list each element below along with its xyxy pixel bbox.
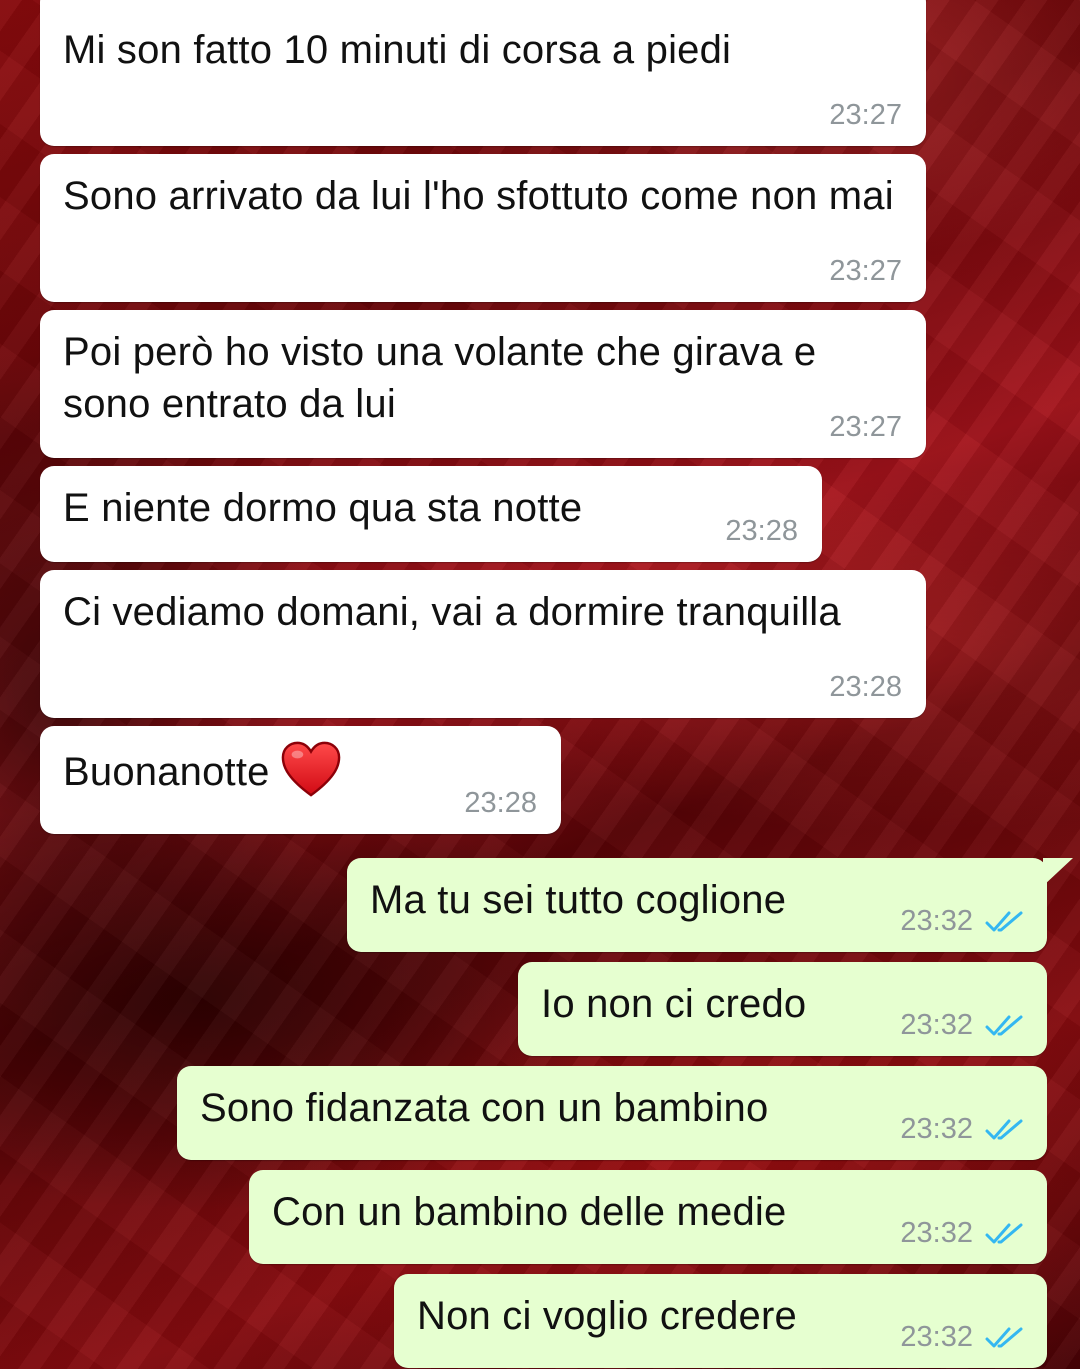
- message-time: 23:27: [829, 99, 902, 131]
- message-text-content: Buonanotte: [63, 750, 270, 794]
- message-bubble-incoming[interactable]: Buonanotte 23:28: [40, 726, 561, 834]
- message-bubble-incoming[interactable]: Poi però ho visto una volante che girava…: [40, 310, 926, 458]
- double-check-icon: [985, 1223, 1023, 1244]
- message-bubble-outgoing[interactable]: Non ci voglio credere 23:32: [394, 1274, 1047, 1368]
- message-bubble-outgoing[interactable]: Sono fidanzata con un bambino 23:32: [177, 1066, 1047, 1160]
- message-time: 23:32: [900, 1113, 973, 1145]
- message-text: E niente dormo qua sta notte: [63, 486, 583, 530]
- message-bubble-incoming[interactable]: Sono arrivato da lui l'ho sfottuto come …: [40, 154, 926, 302]
- message-time: 23:27: [829, 411, 902, 443]
- message-bubble-incoming[interactable]: E niente dormo qua sta notte 23:28: [40, 466, 822, 562]
- message-time: 23:28: [464, 787, 537, 819]
- red-heart-icon: [281, 742, 340, 798]
- message-bubble-outgoing[interactable]: Con un bambino delle medie 23:32: [249, 1170, 1047, 1264]
- double-check-icon: [985, 1015, 1023, 1036]
- message-bubble-incoming[interactable]: Mi son fatto 10 minuti di corsa a piedi …: [40, 0, 926, 146]
- message-text: Poi però ho visto una volante che girava…: [63, 330, 828, 426]
- message-bubble-outgoing[interactable]: Ma tu sei tutto coglione 23:32: [347, 858, 1073, 952]
- double-check-icon: [985, 1119, 1023, 1140]
- double-check-icon: [985, 1327, 1023, 1348]
- message-time: 23:28: [725, 515, 798, 547]
- message-bubble-outgoing[interactable]: Io non ci credo 23:32: [518, 962, 1047, 1056]
- message-text: Ci vediamo domani, vai a dormire tranqui…: [63, 590, 841, 634]
- double-check-icon: [985, 911, 1023, 932]
- message-time: 23:32: [900, 905, 973, 937]
- message-time: 23:32: [900, 1009, 973, 1041]
- message-bubble-incoming[interactable]: Ci vediamo domani, vai a dormire tranqui…: [40, 570, 926, 718]
- message-time: 23:27: [829, 255, 902, 287]
- message-time: 23:32: [900, 1217, 973, 1249]
- bubble-tail: [1043, 858, 1073, 886]
- message-time: 23:28: [829, 671, 902, 703]
- message-time: 23:32: [900, 1321, 973, 1353]
- message-text: Mi son fatto 10 minuti di corsa a piedi: [63, 28, 732, 72]
- message-text: Sono arrivato da lui l'ho sfottuto come …: [63, 174, 894, 218]
